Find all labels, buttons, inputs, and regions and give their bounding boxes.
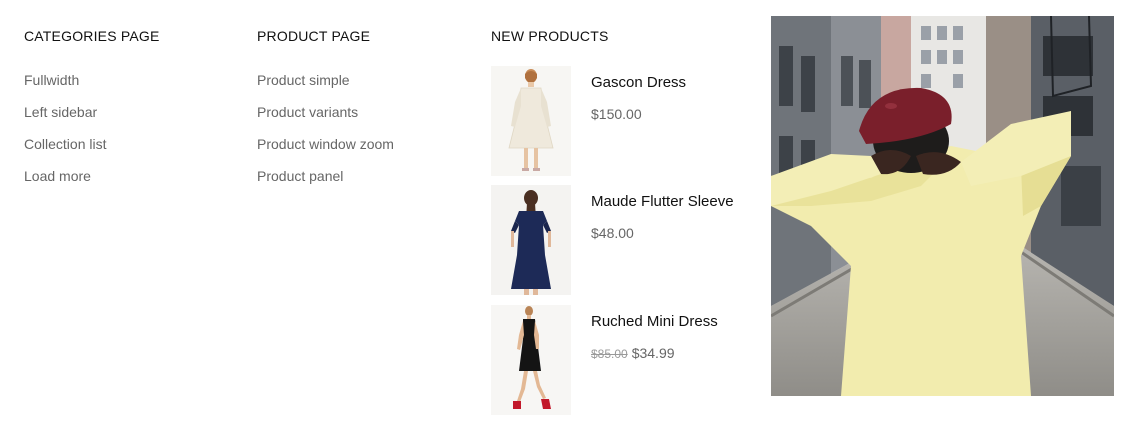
product-price: $85.00 $34.99 bbox=[591, 345, 675, 361]
product-page-title: PRODUCT PAGE bbox=[257, 28, 371, 44]
yellow-sweater-street-photo-icon[interactable] bbox=[771, 16, 1114, 396]
menu-item-collection-list[interactable]: Collection list bbox=[24, 136, 106, 168]
navy-dress-thumbnail-icon[interactable] bbox=[491, 185, 571, 295]
categories-title: CATEGORIES PAGE bbox=[24, 28, 160, 44]
product-current-price: $48.00 bbox=[591, 225, 634, 241]
product-name[interactable]: Maude Flutter Sleeve bbox=[591, 193, 734, 210]
white-dress-thumbnail-icon[interactable] bbox=[491, 66, 571, 176]
menu-item-product-window-zoom[interactable]: Product window zoom bbox=[257, 136, 394, 168]
product-card: Ruched Mini Dress $85.00 $34.99 bbox=[491, 305, 761, 415]
menu-item-product-variants[interactable]: Product variants bbox=[257, 104, 394, 136]
product-name[interactable]: Ruched Mini Dress bbox=[591, 313, 718, 330]
menu-item-load-more[interactable]: Load more bbox=[24, 168, 106, 200]
product-card: Maude Flutter Sleeve $48.00 bbox=[491, 185, 761, 295]
menu-item-fullwidth[interactable]: Fullwidth bbox=[24, 72, 106, 104]
black-dress-thumbnail-icon[interactable] bbox=[491, 305, 571, 415]
product-price: $48.00 bbox=[591, 225, 634, 241]
product-current-price: $34.99 bbox=[631, 345, 675, 361]
product-name[interactable]: Gascon Dress bbox=[591, 74, 686, 91]
product-current-price: $150.00 bbox=[591, 106, 642, 122]
menu-item-left-sidebar[interactable]: Left sidebar bbox=[24, 104, 106, 136]
product-page-menu: Product simple Product variants Product … bbox=[257, 72, 394, 200]
product-old-price: $85.00 bbox=[591, 347, 628, 361]
new-products-title: NEW PRODUCTS bbox=[491, 28, 609, 44]
categories-menu: Fullwidth Left sidebar Collection list L… bbox=[24, 72, 106, 200]
product-card: Gascon Dress $150.00 bbox=[491, 66, 761, 176]
menu-item-product-simple[interactable]: Product simple bbox=[257, 72, 394, 104]
product-price: $150.00 bbox=[591, 106, 642, 122]
menu-item-product-panel[interactable]: Product panel bbox=[257, 168, 394, 200]
